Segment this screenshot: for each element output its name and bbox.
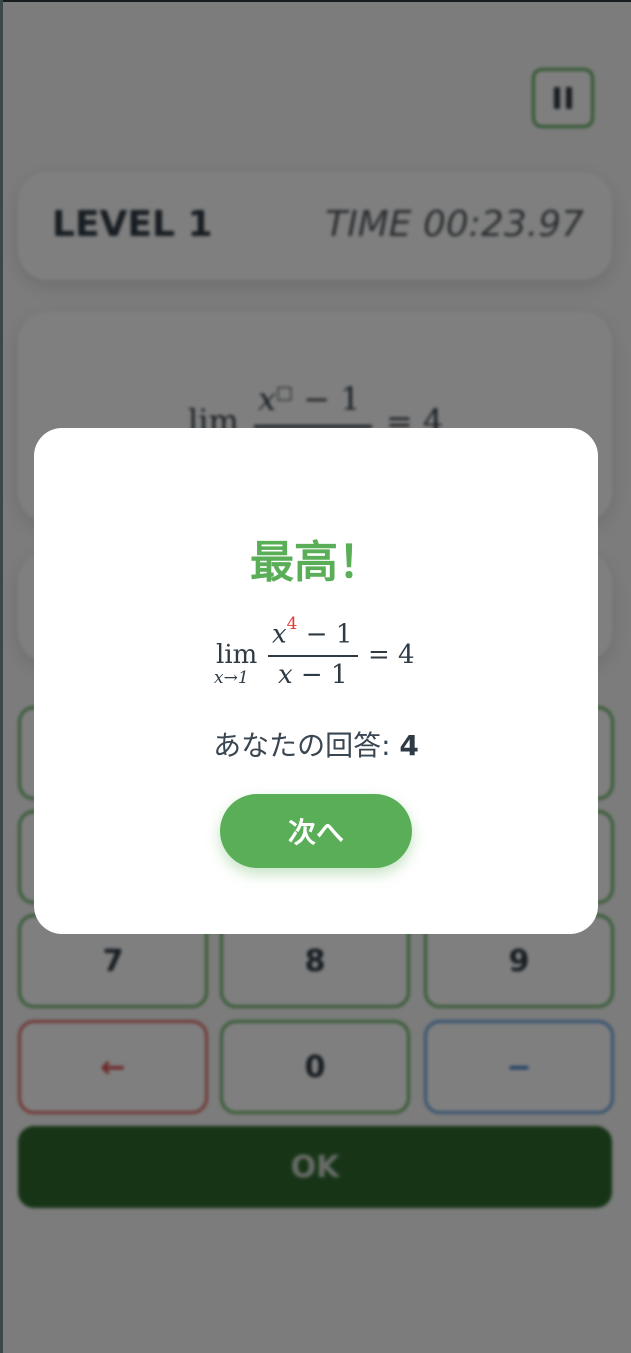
next-button[interactable]: 次へ xyxy=(220,794,412,868)
math-exponent: 4 xyxy=(286,614,298,634)
result-title: 最高！ xyxy=(250,537,382,588)
left-border xyxy=(0,0,3,1353)
math-denominator: x − 1 xyxy=(278,660,348,690)
math-lim: lim xyxy=(216,640,258,670)
answer-value: 4 xyxy=(399,729,419,762)
math-rhs: = 4 xyxy=(368,640,415,670)
app-screen: LEVEL 1 TIME 00:23.97 lim x□ − 1 = 4 7 8… xyxy=(0,0,631,1353)
your-answer: あなたの回答: 4 xyxy=(213,729,419,762)
result-modal: 最高！ lim x→1 x4 − 1 x − 1 = 4 あなたの回答: 4 次… xyxy=(34,428,598,934)
math-numerator: x4 − 1 xyxy=(272,614,353,650)
math-fraction-bar xyxy=(268,655,358,657)
math-limit-subscript: x→1 xyxy=(214,668,249,688)
